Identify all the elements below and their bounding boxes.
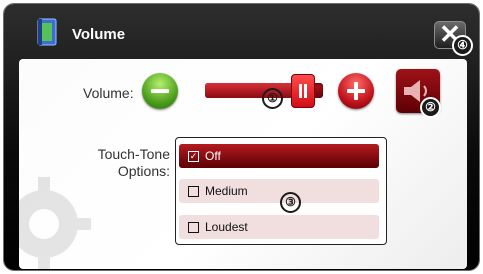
volume-decrease-button[interactable] [142,73,178,109]
option-label: Medium [205,184,248,198]
touch-tone-options: ✓ Off Medium Loudest ③ [175,137,387,245]
gear-watermark-icon [19,177,91,269]
volume-slider-handle[interactable] [291,74,315,108]
volume-slider-fill [205,83,302,98]
callout-marker-4: ④ [452,35,473,56]
plus-icon [354,82,358,100]
checkbox-icon [188,221,199,233]
checkbox-checked-icon: ✓ [188,150,199,162]
option-label: Off [205,149,221,163]
volume-dialog: Volume ✕ ④ Volume: ① ② Touch-Tone Option… [4,4,479,270]
volume-increase-button[interactable] [338,73,374,109]
callout-marker-1: ① [262,88,283,109]
callout-marker-2: ② [420,97,441,118]
option-medium[interactable]: Medium [179,179,379,203]
phone-book-icon [37,18,57,46]
checkbox-icon [188,185,199,197]
option-off[interactable]: ✓ Off [179,144,379,168]
touch-tone-label: Touch-Tone Options: [97,146,170,179]
option-loudest[interactable]: Loudest [179,215,379,239]
option-label: Loudest [205,220,248,234]
callout-marker-3: ③ [280,192,301,213]
content-panel: Volume: ① ② Touch-Tone Options: ✓ Off Me… [19,59,467,269]
volume-label: Volume: [83,85,134,101]
minus-icon [151,89,169,93]
window-title: Volume [72,26,126,43]
